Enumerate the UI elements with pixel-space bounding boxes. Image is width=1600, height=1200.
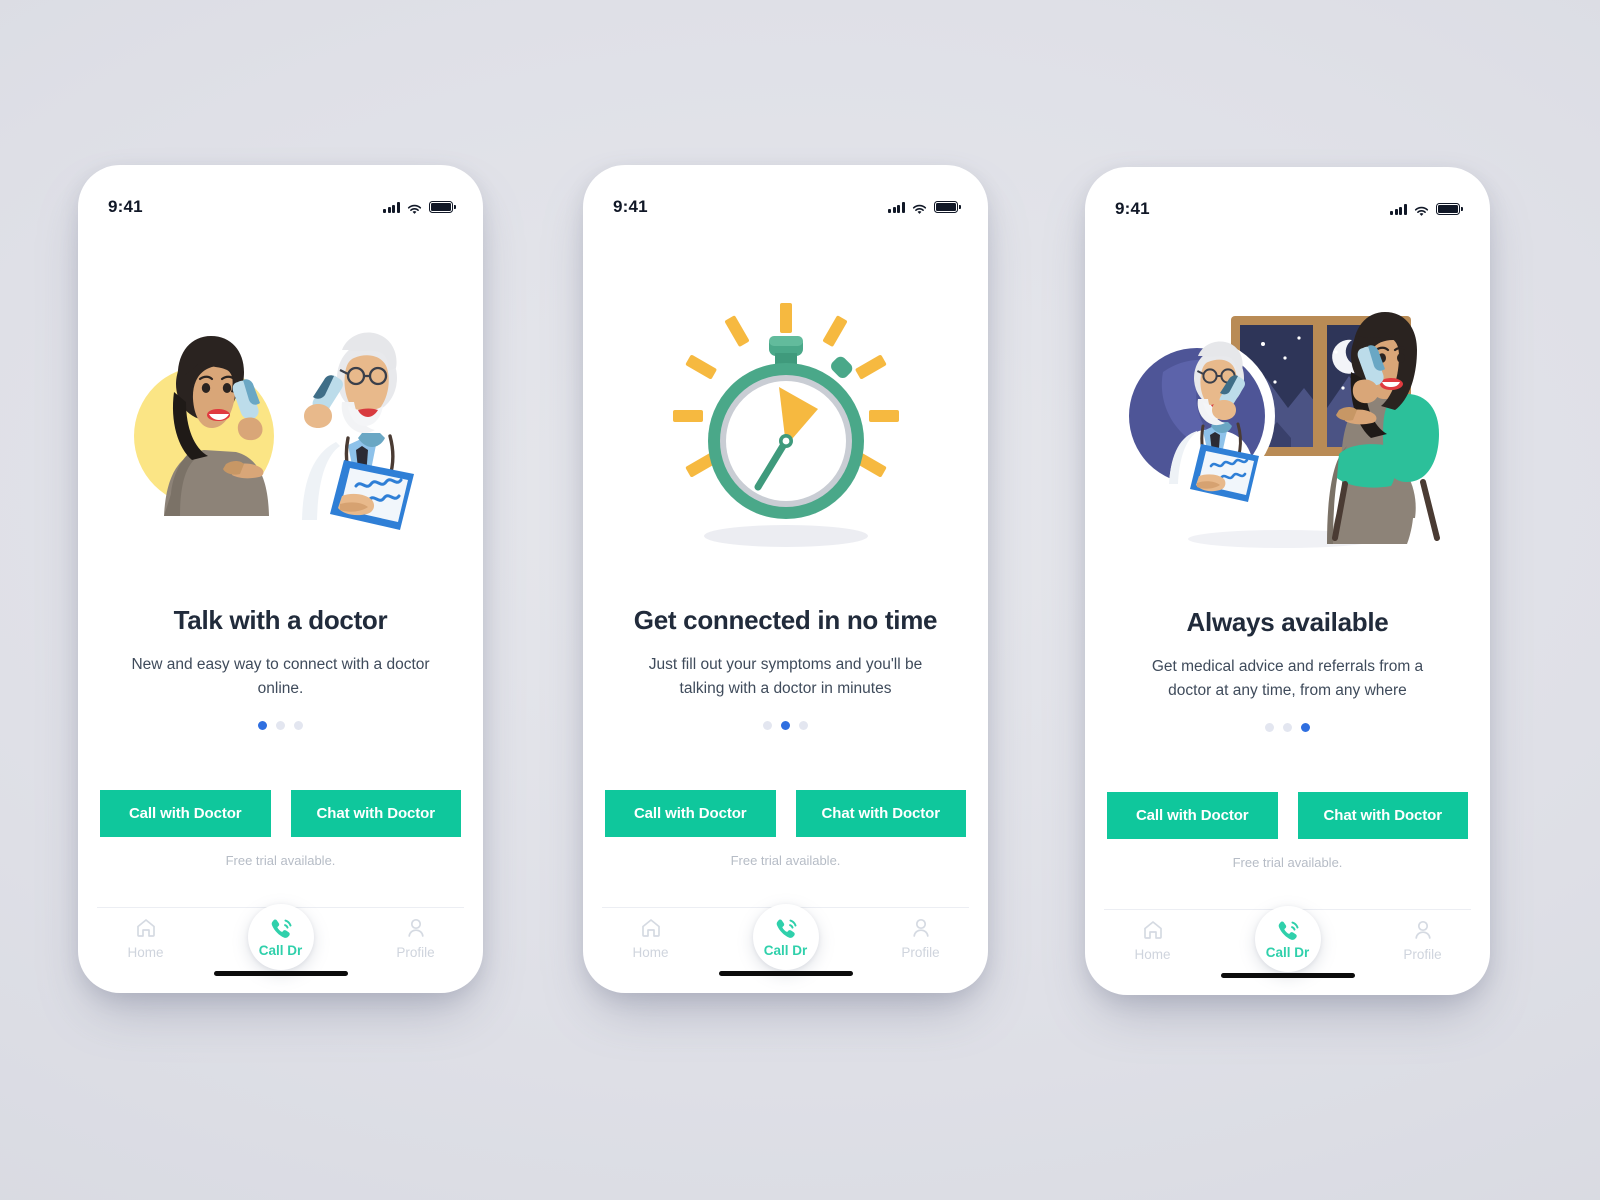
- status-bar: 9:41: [78, 195, 483, 219]
- cta-button-row: Call with Doctor Chat with Doctor: [605, 790, 966, 837]
- phone-screen-always-available: 9:41 Always available Get medical advice…: [1085, 167, 1490, 995]
- onboarding-copy: Get connected in no time Just fill out y…: [583, 605, 988, 731]
- pagination-dot-1[interactable]: [258, 721, 267, 731]
- bottom-nav: Home Call Dr Profile: [583, 883, 988, 993]
- status-bar-icons: [888, 201, 961, 214]
- page-title: Talk with a doctor: [173, 605, 388, 635]
- page-subtitle: Get medical advice and referrals from a …: [1151, 658, 1424, 700]
- home-indicator[interactable]: [1220, 973, 1355, 978]
- pagination-dot-3[interactable]: [1301, 723, 1310, 733]
- wifi-icon: [407, 202, 422, 214]
- status-bar-icons: [1390, 203, 1463, 216]
- cta-button-row: Call with Doctor Chat with Doctor: [100, 790, 461, 837]
- phone-call-icon: [271, 919, 291, 938]
- nav-item-call-dr[interactable]: Call Dr: [1254, 906, 1321, 972]
- nav-item-profile[interactable]: Profile: [348, 917, 483, 960]
- pagination-dot-2[interactable]: [276, 721, 285, 731]
- onboarding-screens-stage: 9:41 Talk with a doctor New and easy way…: [0, 0, 1600, 1200]
- signal-bars-icon: [383, 202, 400, 213]
- home-icon: [1143, 920, 1162, 939]
- person-icon: [407, 918, 424, 937]
- battery-icon: [934, 201, 961, 213]
- page-title: Always available: [1186, 607, 1389, 637]
- free-trial-note: Free trial available.: [225, 853, 336, 868]
- nav-item-call-dr[interactable]: Call Dr: [752, 904, 819, 970]
- pagination-dot-3[interactable]: [294, 721, 303, 731]
- page-subtitle: Just fill out your symptoms and you'll b…: [648, 656, 923, 698]
- illustration-stopwatch: [583, 261, 988, 591]
- illustration-doctor-badge-night-window-seated-woman: [1085, 263, 1490, 593]
- home-icon: [641, 918, 660, 937]
- home-indicator[interactable]: [213, 971, 348, 976]
- pagination-dot-1[interactable]: [763, 721, 772, 731]
- home-icon: [136, 918, 155, 937]
- status-bar-time: 9:41: [108, 197, 143, 216]
- status-bar-icons: [383, 201, 456, 214]
- illustration-woman-on-phone-and-doctor: [78, 261, 483, 591]
- phone-screen-talk-with-a-doctor: 9:41 Talk with a doctor New and easy way…: [78, 165, 483, 993]
- chat-with-doctor-button[interactable]: Chat with Doctor: [795, 790, 966, 837]
- nav-label-profile: Profile: [396, 944, 435, 960]
- page-subtitle: New and easy way to connect with a docto…: [131, 656, 430, 698]
- nav-item-home[interactable]: Home: [583, 917, 718, 960]
- status-bar: 9:41: [583, 195, 988, 219]
- cta-button-row: Call with Doctor Chat with Doctor: [1107, 792, 1468, 839]
- pagination-dot-3[interactable]: [799, 721, 808, 731]
- phone-call-icon: [1278, 921, 1298, 940]
- nav-label-profile: Profile: [901, 944, 940, 960]
- call-with-doctor-button[interactable]: Call with Doctor: [605, 790, 776, 837]
- signal-bars-icon: [888, 202, 905, 213]
- battery-icon: [1436, 203, 1463, 215]
- nav-label-home: Home: [127, 944, 164, 960]
- free-trial-note: Free trial available.: [730, 853, 841, 868]
- nav-label-profile: Profile: [1403, 946, 1442, 962]
- phone-screen-get-connected-in-no-time: 9:41 Get connected in no time Just fill …: [583, 165, 988, 993]
- cta-section: Call with Doctor Chat with Doctor Free t…: [1085, 792, 1490, 870]
- call-with-doctor-button[interactable]: Call with Doctor: [100, 790, 271, 837]
- pagination-dots[interactable]: [609, 721, 962, 731]
- status-bar-time: 9:41: [613, 197, 648, 216]
- chat-with-doctor-button[interactable]: Chat with Doctor: [1297, 792, 1468, 839]
- nav-label-call-dr: Call Dr: [763, 942, 808, 958]
- nav-item-profile[interactable]: Profile: [853, 917, 988, 960]
- pagination-dot-2[interactable]: [1283, 723, 1292, 733]
- pagination-dots[interactable]: [104, 721, 457, 731]
- phone-call-icon: [776, 919, 796, 938]
- pagination-dots[interactable]: [1111, 723, 1464, 733]
- nav-label-home: Home: [632, 944, 669, 960]
- nav-label-call-dr: Call Dr: [258, 942, 303, 958]
- nav-item-home[interactable]: Home: [78, 917, 213, 960]
- page-title: Get connected in no time: [633, 605, 938, 635]
- onboarding-copy: Talk with a doctor New and easy way to c…: [78, 605, 483, 731]
- battery-icon: [429, 201, 456, 213]
- bottom-nav: Home Call Dr Profile: [1085, 885, 1490, 995]
- nav-item-call-dr[interactable]: Call Dr: [247, 904, 314, 970]
- wifi-icon: [912, 202, 927, 214]
- wifi-icon: [1414, 204, 1429, 216]
- free-trial-note: Free trial available.: [1232, 855, 1343, 870]
- onboarding-copy: Always available Get medical advice and …: [1085, 607, 1490, 733]
- pagination-dot-1[interactable]: [1265, 723, 1274, 733]
- cta-section: Call with Doctor Chat with Doctor Free t…: [583, 790, 988, 868]
- call-with-doctor-button[interactable]: Call with Doctor: [1107, 792, 1278, 839]
- nav-item-home[interactable]: Home: [1085, 919, 1220, 962]
- chat-with-doctor-button[interactable]: Chat with Doctor: [290, 790, 461, 837]
- signal-bars-icon: [1390, 204, 1407, 215]
- person-icon: [912, 918, 929, 937]
- bottom-nav: Home Call Dr Profile: [78, 883, 483, 993]
- cta-section: Call with Doctor Chat with Doctor Free t…: [78, 790, 483, 868]
- status-bar: 9:41: [1085, 197, 1490, 221]
- home-indicator[interactable]: [718, 971, 853, 976]
- status-bar-time: 9:41: [1115, 199, 1150, 218]
- nav-item-profile[interactable]: Profile: [1355, 919, 1490, 962]
- pagination-dot-2[interactable]: [781, 721, 790, 731]
- nav-label-call-dr: Call Dr: [1265, 944, 1310, 960]
- person-icon: [1414, 920, 1431, 939]
- nav-label-home: Home: [1134, 946, 1171, 962]
